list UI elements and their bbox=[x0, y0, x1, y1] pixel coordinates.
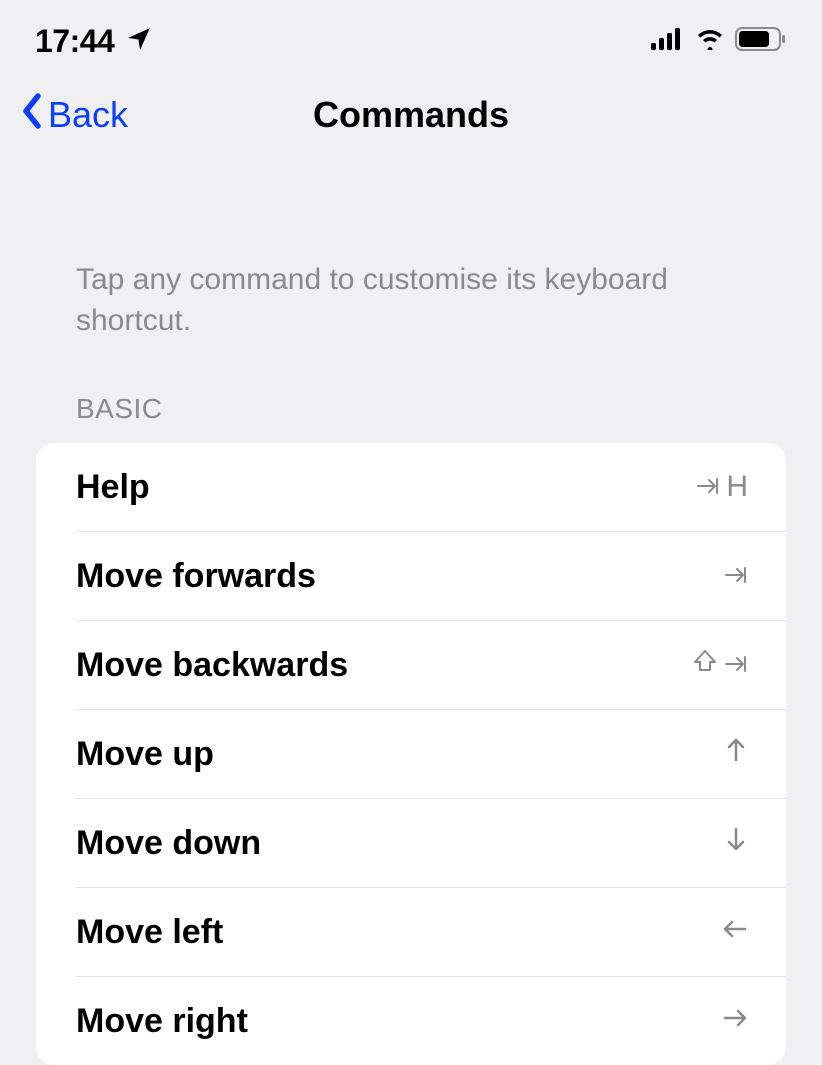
arrow-right-icon bbox=[722, 1004, 748, 1038]
command-label: Help bbox=[76, 468, 150, 507]
description-text: Tap any command to customise its keyboar… bbox=[0, 260, 822, 341]
arrow-left-icon bbox=[722, 915, 748, 949]
command-label: Move down bbox=[76, 824, 261, 863]
command-label: Move backwards bbox=[76, 646, 348, 685]
shift-icon bbox=[692, 648, 718, 682]
section-header-basic: BASIC bbox=[0, 393, 822, 425]
status-bar: 17:44 bbox=[0, 0, 822, 70]
command-shortcut bbox=[724, 559, 748, 593]
cell-signal-icon bbox=[651, 28, 685, 55]
command-shortcut bbox=[722, 915, 748, 949]
nav-bar: Back Commands bbox=[0, 70, 822, 160]
command-label: Move up bbox=[76, 735, 214, 774]
command-shortcut bbox=[722, 1004, 748, 1038]
command-move-up[interactable]: Move up bbox=[36, 710, 786, 798]
status-time: 17:44 bbox=[35, 23, 114, 60]
location-icon bbox=[126, 26, 152, 57]
command-move-down[interactable]: Move down bbox=[36, 799, 786, 887]
command-shortcut bbox=[724, 826, 748, 860]
arrow-up-icon bbox=[724, 737, 748, 771]
battery-icon bbox=[735, 27, 787, 56]
command-label: Move forwards bbox=[76, 557, 316, 596]
tab-icon bbox=[724, 559, 748, 593]
page-title: Commands bbox=[313, 94, 509, 136]
back-button[interactable]: Back bbox=[20, 92, 128, 139]
commands-list: Help H Move forwards bbox=[36, 443, 786, 1065]
command-shortcut: H bbox=[696, 470, 748, 504]
command-move-left[interactable]: Move left bbox=[36, 888, 786, 976]
command-label: Move left bbox=[76, 913, 223, 952]
chevron-left-icon bbox=[20, 92, 44, 139]
command-help[interactable]: Help H bbox=[36, 443, 786, 531]
command-label: Move right bbox=[76, 1002, 248, 1041]
command-move-right[interactable]: Move right bbox=[36, 977, 786, 1065]
command-shortcut bbox=[724, 737, 748, 771]
wifi-icon bbox=[695, 28, 725, 55]
tab-icon bbox=[696, 470, 720, 504]
shortcut-key: H bbox=[726, 470, 748, 504]
command-move-forwards[interactable]: Move forwards bbox=[36, 532, 786, 620]
arrow-down-icon bbox=[724, 826, 748, 860]
command-shortcut bbox=[692, 648, 748, 682]
command-move-backwards[interactable]: Move backwards bbox=[36, 621, 786, 709]
back-label: Back bbox=[48, 94, 128, 136]
tab-icon bbox=[724, 648, 748, 682]
